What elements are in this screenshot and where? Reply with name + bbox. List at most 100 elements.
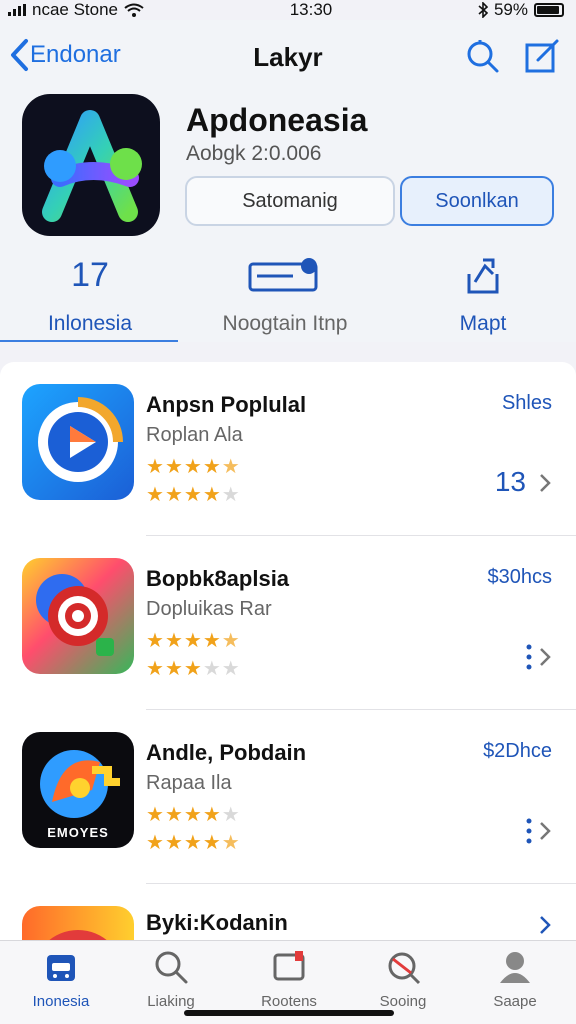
map-share-icon [467, 258, 499, 294]
star-icon: ★ [146, 630, 165, 652]
star-icon: ★ [146, 658, 165, 680]
star-icon: ★ [164, 630, 184, 652]
signal-icon [8, 4, 26, 16]
card-icon [248, 258, 318, 292]
item-count: 13 [494, 466, 526, 497]
item-price: $2Dhce [483, 740, 552, 762]
star-icon: ★ [146, 804, 165, 826]
tab-label: Liaking [147, 993, 195, 1010]
radar-search-icon [388, 952, 421, 985]
tab-sooing[interactable]: Sooing [348, 949, 458, 1010]
star-icon: ★ [202, 630, 222, 652]
icon-caption: EMOYES [47, 825, 109, 840]
star-icon: ★ [146, 456, 165, 478]
chevron-right-icon[interactable] [538, 914, 552, 936]
item-title: Bopbk8aplsia [146, 566, 290, 591]
carrier-name: ncae Stone [32, 0, 119, 19]
primary-button[interactable]: Soonlkan [400, 176, 554, 226]
list-item[interactable]: EMOYES Andle, Pobdain Rapaa Ila ★★★★★ ★★… [0, 710, 576, 884]
star-rating: ★★★★★ [146, 628, 241, 653]
star-icon: ★ [164, 658, 184, 680]
stat-label: Noogtain Itnp [222, 312, 348, 335]
star-icon: ★ [202, 658, 222, 680]
item-title: Anpsn Poplulal [146, 392, 307, 417]
profile-icon [500, 952, 530, 983]
battery-icon [534, 3, 564, 17]
chevron-right-icon[interactable] [538, 646, 552, 668]
tab-label: Inonesia [32, 993, 90, 1010]
app-name: Apdoneasia [186, 102, 368, 138]
star-icon: ★ [164, 804, 184, 826]
star-rating: ★★★★★ [146, 802, 241, 827]
tab-label: Sooing [379, 993, 427, 1010]
star-rating: ★★★★★ [146, 656, 241, 681]
stat-tab-1[interactable]: 17 Inlonesia [30, 252, 150, 342]
item-title: Andle, Pobdain [146, 740, 307, 765]
star-rating: ★★★★★ [146, 482, 241, 507]
list-item[interactable]: Bopbk8aplsia Dopluikas Rar ★★★★★ ★★★★★ $… [0, 536, 576, 710]
star-icon: ★ [202, 832, 222, 854]
star-icon: ★ [164, 832, 184, 854]
secondary-button[interactable]: Satomanig [185, 176, 395, 226]
compose-icon[interactable] [524, 38, 560, 74]
item-subtitle: Rapaa Ila [146, 772, 232, 794]
star-icon: ★ [221, 456, 241, 478]
star-icon: ★ [146, 484, 165, 506]
stat-label: Inlonesia [47, 312, 133, 335]
chevron-right-icon[interactable] [538, 820, 552, 842]
bluetooth-icon [478, 2, 488, 18]
star-icon: ★ [221, 630, 241, 652]
clock: 13:30 [289, 0, 333, 19]
status-bar: ncae Stone 13:30 59% [0, 0, 576, 20]
star-icon: ★ [202, 456, 222, 478]
target-game-icon [22, 558, 134, 674]
star-icon: ★ [221, 658, 241, 680]
item-price: Shles [501, 392, 552, 414]
star-rating: ★★★★★ [146, 830, 241, 855]
chevron-right-icon[interactable] [538, 472, 552, 494]
star-icon: ★ [183, 804, 203, 826]
more-icon[interactable] [526, 644, 532, 670]
app-list: Anpsn Poplulal Roplan Ala ★★★★★ ★★★★★ Sh… [0, 362, 576, 962]
list-item[interactable]: Anpsn Poplulal Roplan Ala ★★★★★ ★★★★★ Sh… [0, 362, 576, 536]
app-icon[interactable] [22, 94, 160, 236]
stat-label: Mapt [459, 312, 507, 335]
star-rating: ★★★★★ [146, 454, 241, 479]
item-subtitle: Roplan Ala [146, 424, 243, 446]
star-icon: ★ [221, 484, 241, 506]
wifi-icon [124, 3, 144, 17]
search-icon[interactable] [464, 38, 500, 74]
letter-a-logo-icon [42, 110, 142, 222]
app-store-icon [47, 955, 75, 981]
tab-liaking[interactable]: Liaking [116, 949, 226, 1010]
star-icon: ★ [183, 484, 203, 506]
tab-rootens[interactable]: Rootens [234, 949, 344, 1010]
notification-icon [273, 951, 305, 981]
tab-label: Rootens [261, 993, 317, 1010]
navigation-bar: Endonar Lakyr [0, 20, 576, 90]
star-icon: ★ [164, 484, 184, 506]
star-icon: ★ [202, 804, 222, 826]
star-icon: ★ [202, 484, 222, 506]
tab-label: Saape [493, 993, 537, 1010]
star-icon: ★ [183, 832, 203, 854]
tab-saape[interactable]: Saape [460, 949, 570, 1010]
selected-tab-indicator [0, 340, 178, 342]
stat-tab-3[interactable]: Mapt [440, 252, 526, 342]
play-icon [22, 384, 134, 500]
star-icon: ★ [183, 456, 203, 478]
emoyes-icon: EMOYES [22, 732, 134, 848]
item-title: Byki:Kodanin [146, 910, 288, 935]
stat-tab-2[interactable]: Noogtain Itnp [210, 252, 360, 342]
stat-value: 17 [71, 256, 109, 294]
star-icon: ★ [221, 804, 241, 826]
star-icon: ★ [183, 658, 203, 680]
app-subtitle: Aobgk 2:0.006 [186, 142, 322, 165]
tab-inonesia[interactable]: Inonesia [6, 949, 116, 1010]
star-icon: ★ [221, 832, 241, 854]
stats-bar: 17 Inlonesia Noogtain Itnp Mapt [0, 252, 576, 342]
home-indicator [184, 1010, 394, 1016]
item-subtitle: Dopluikas Rar [146, 598, 272, 620]
item-price: $30hcs [487, 566, 553, 588]
more-icon[interactable] [526, 818, 532, 844]
